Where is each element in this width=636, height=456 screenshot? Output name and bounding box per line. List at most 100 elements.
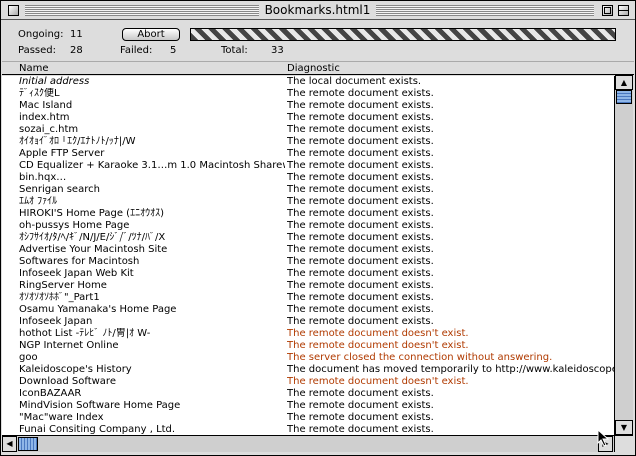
list-item[interactable]: ｴﾑｵ ﾌｧｲﾙ The remote document exists.: [2, 196, 614, 208]
bookmark-name: sozai_c.htm: [19, 124, 79, 135]
title-stripes-left: [25, 5, 259, 16]
list-item[interactable]: bin.hqx… The remote document exists.: [2, 172, 614, 184]
list-item[interactable]: Advertise Your Macintosh Site The remote …: [2, 244, 614, 256]
bookmark-name: ｴﾑｵ ﾌｧｲﾙ: [19, 196, 58, 207]
up-arrow-icon[interactable]: ▲: [615, 75, 633, 90]
failed-label: Failed:: [120, 45, 153, 56]
horizontal-scrollbar[interactable]: ◀ ▶: [2, 435, 614, 452]
diagnostic-text: The remote document exists.: [287, 388, 434, 399]
list-item[interactable]: Infoseek Japan Web Kit The remote documen…: [2, 268, 614, 280]
title-bar[interactable]: Bookmarks.html1: [1, 1, 635, 20]
diagnostic-text: The remote document exists.: [287, 148, 434, 159]
bookmark-name: Kaleidoscope's History: [19, 364, 132, 375]
diagnostic-text: The remote document exists.: [287, 304, 434, 315]
diagnostic-text: The remote document exists.: [287, 412, 434, 423]
bookmark-name: Infoseek Japan: [19, 316, 93, 327]
list-item[interactable]: CD Equalizer + Karaoke 3.1…m 1.0 Macinto…: [2, 160, 614, 172]
bookmark-name: RingServer Home: [19, 280, 107, 291]
list-item[interactable]: sozai_c.htm The remote document exists.: [2, 124, 614, 136]
diagnostic-text: The remote document exists.: [287, 136, 434, 147]
title-stripes-right: [376, 5, 594, 16]
progress-bar: [190, 28, 616, 41]
list-item[interactable]: ｵｼﾌｻｲｵ/ﾀ/ﾍ/ｷﾞ/N/J/E/ｼﾞ/ﾞ/ﾂﾅ/ﾊﾞ/X The remo…: [2, 232, 614, 244]
vertical-scroll-thumb[interactable]: [616, 90, 632, 104]
bookmark-name: goo: [19, 352, 38, 363]
column-name-header[interactable]: Name: [19, 63, 49, 74]
list-item[interactable]: IconBAZAAR The remote document exists.: [2, 388, 614, 400]
bookmark-name: MindVision Software Home Page: [19, 400, 181, 411]
diagnostic-text: The remote document exists.: [287, 280, 434, 291]
list-item[interactable]: HIROKI'S Home Page (ｴﾆｵｳｵｽ) The remote do…: [2, 208, 614, 220]
list-item[interactable]: ｵｲｵｮｲﾞｵﾛ ｢ｴｸ/ｴﾅﾄﾉﾄ/ｯﾅ|/W The remote docum…: [2, 136, 614, 148]
bookmark-list[interactable]: Initial address The local document exists…: [2, 76, 614, 435]
horizontal-scroll-thumb[interactable]: [18, 437, 38, 451]
bookmark-name: IconBAZAAR: [19, 388, 82, 399]
bookmark-name: Softwares for Macintosh: [19, 256, 140, 267]
diagnostic-text: The remote document exists.: [287, 124, 434, 135]
bookmark-name: HIROKI'S Home Page (ｴﾆｵｳｵｽ): [19, 208, 164, 219]
bookmark-name: NGP Internet Online: [19, 340, 119, 351]
ongoing-label: Ongoing:: [18, 29, 64, 40]
bookmark-name: Osamu Yamanaka's Home Page: [19, 304, 177, 315]
collapse-box-icon[interactable]: [618, 5, 629, 16]
list-item[interactable]: Download Software The remote document doe…: [2, 376, 614, 388]
list-item[interactable]: "Mac"ware Index The remote document exist…: [2, 412, 614, 424]
list-item[interactable]: RingServer Home The remote document exist…: [2, 280, 614, 292]
bookmark-name: ｵｲｵｮｲﾞｵﾛ ｢ｴｸ/ｴﾅﾄﾉﾄ/ｯﾅ|/W: [19, 136, 136, 147]
total-value: 33: [271, 45, 284, 56]
diagnostic-text: The remote document exists.: [287, 256, 434, 267]
bookmark-name: ｵｿｵｿｵｿﾎﾎﾞ"_Part1: [19, 292, 100, 303]
list-item[interactable]: Kaleidoscope's History The document has m…: [2, 364, 614, 376]
list-item[interactable]: Funai Consiting Company , Ltd. The remote…: [2, 424, 614, 435]
resize-grow-box[interactable]: [614, 435, 633, 452]
list-item[interactable]: Initial address The local document exists…: [2, 76, 614, 88]
diagnostic-text: The remote document exists.: [287, 88, 434, 99]
list-item[interactable]: Apple FTP Server The remote document exis…: [2, 148, 614, 160]
bookmark-name: ｵｼﾌｻｲｵ/ﾀ/ﾍ/ｷﾞ/N/J/E/ｼﾞ/ﾞ/ﾂﾅ/ﾊﾞ/X: [19, 232, 166, 243]
bookmark-name: Apple FTP Server: [19, 148, 105, 159]
bookmark-name: Advertise Your Macintosh Site: [19, 244, 168, 255]
list-item[interactable]: ｵｿｵｿｵｿﾎﾎﾞ"_Part1 The remote document exis…: [2, 292, 614, 304]
total-label: Total:: [221, 45, 248, 56]
bookmark-name: ﾃﾞｨｽｸ便L: [19, 88, 60, 99]
diagnostic-text: The document has moved temporarily to ht…: [287, 364, 614, 375]
diagnostic-text: The remote document exists.: [287, 196, 434, 207]
diagnostic-text: The remote document exists.: [287, 208, 434, 219]
vertical-scrollbar[interactable]: ▲ ▼: [614, 75, 633, 435]
list-item[interactable]: MindVision Software Home Page The remote …: [2, 400, 614, 412]
bookmark-name: oh-pussys Home Page: [19, 220, 130, 231]
list-item[interactable]: Softwares for Macintosh The remote docume…: [2, 256, 614, 268]
list-item[interactable]: goo The server closed the connection with…: [2, 352, 614, 364]
diagnostic-text: The remote document exists.: [287, 292, 434, 303]
bookmark-name: bin.hqx…: [19, 172, 67, 183]
left-arrow-icon[interactable]: ◀: [2, 436, 17, 452]
list-item[interactable]: hothot List -ﾃﾚﾋﾞ ﾉﾄ/冑|ｵ W- The remote do…: [2, 328, 614, 340]
list-item[interactable]: index.htm The remote document exists.: [2, 112, 614, 124]
ongoing-value: 11: [70, 29, 83, 40]
list-item[interactable]: oh-pussys Home Page The remote document e…: [2, 220, 614, 232]
diagnostic-text: The remote document doesn't exist.: [287, 376, 469, 387]
diagnostic-text: The remote document exists.: [287, 400, 434, 411]
column-header: Name Diagnostic: [2, 61, 634, 75]
diagnostic-text: The remote document exists.: [287, 268, 434, 279]
list-item[interactable]: NGP Internet Online The remote document d…: [2, 340, 614, 352]
list-item[interactable]: Infoseek Japan The remote document exists…: [2, 316, 614, 328]
close-box-icon[interactable]: [8, 5, 19, 16]
abort-button[interactable]: Abort: [122, 28, 180, 41]
status-panel: Ongoing: 11 Abort Passed: 28 Failed: 5 T…: [2, 21, 634, 61]
diagnostic-text: The remote document exists.: [287, 316, 434, 327]
passed-value: 28: [70, 45, 83, 56]
failed-value: 5: [170, 45, 177, 56]
mouse-cursor-icon: [597, 429, 610, 447]
list-item[interactable]: ﾃﾞｨｽｸ便L The remote document exists.: [2, 88, 614, 100]
bookmark-name: Mac Island: [19, 100, 73, 111]
zoom-box-icon[interactable]: [602, 5, 613, 16]
diagnostic-text: The remote document exists.: [287, 160, 434, 171]
list-item[interactable]: Osamu Yamanaka's Home Page The remote doc…: [2, 304, 614, 316]
list-item[interactable]: Senrigan search The remote document exist…: [2, 184, 614, 196]
column-diagnostic-header[interactable]: Diagnostic: [287, 63, 340, 74]
down-arrow-icon[interactable]: ▼: [615, 420, 633, 435]
bookmark-name: Download Software: [19, 376, 116, 387]
list-item[interactable]: Mac Island The remote document exists.: [2, 100, 614, 112]
bookmarks-window: Bookmarks.html1 Ongoing: 11 Abort Passed…: [0, 0, 636, 456]
